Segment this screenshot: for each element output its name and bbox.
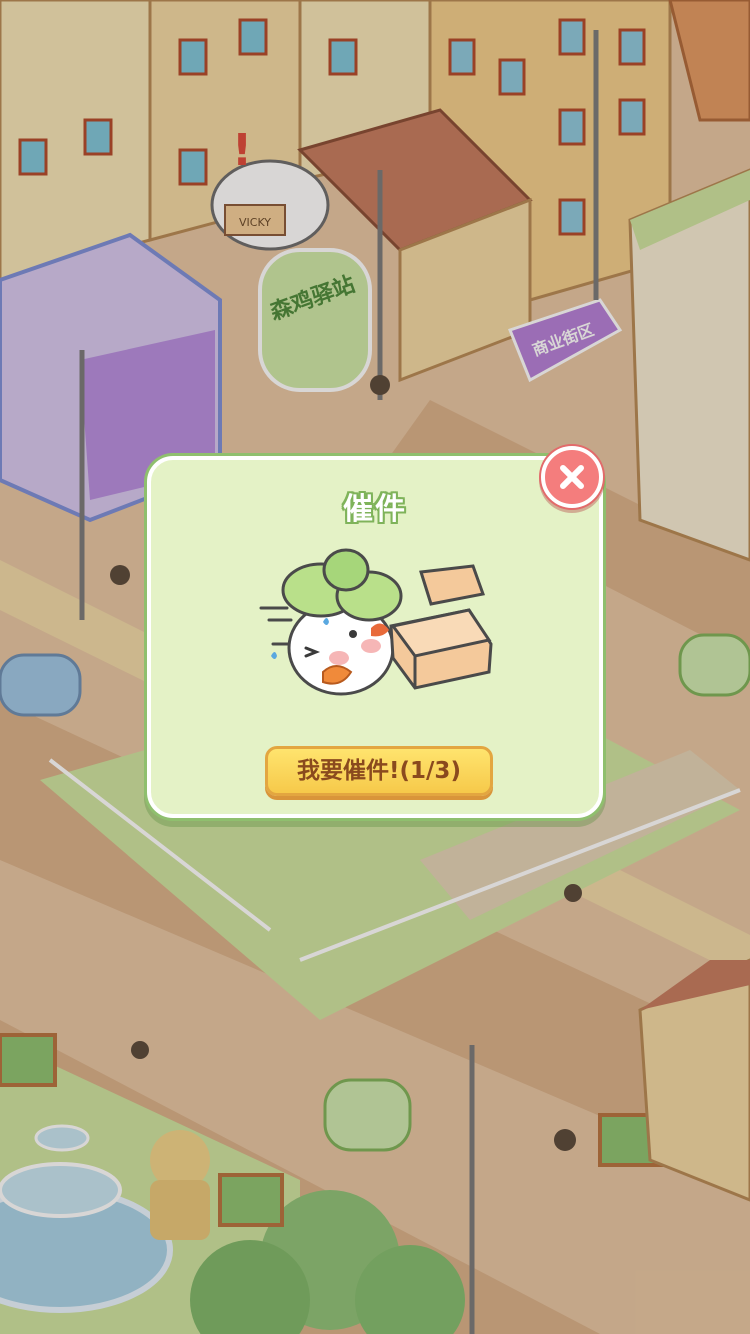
close-button[interactable]	[541, 446, 603, 508]
urge-delivery-button[interactable]: 我要催件!(1/3)	[265, 746, 493, 796]
close-icon	[560, 465, 584, 489]
urge-delivery-dialog: 催件 我要催件!(1/3)	[147, 456, 603, 818]
dialog-title: 催件	[343, 492, 407, 527]
chick-with-parcels-icon	[259, 548, 493, 696]
